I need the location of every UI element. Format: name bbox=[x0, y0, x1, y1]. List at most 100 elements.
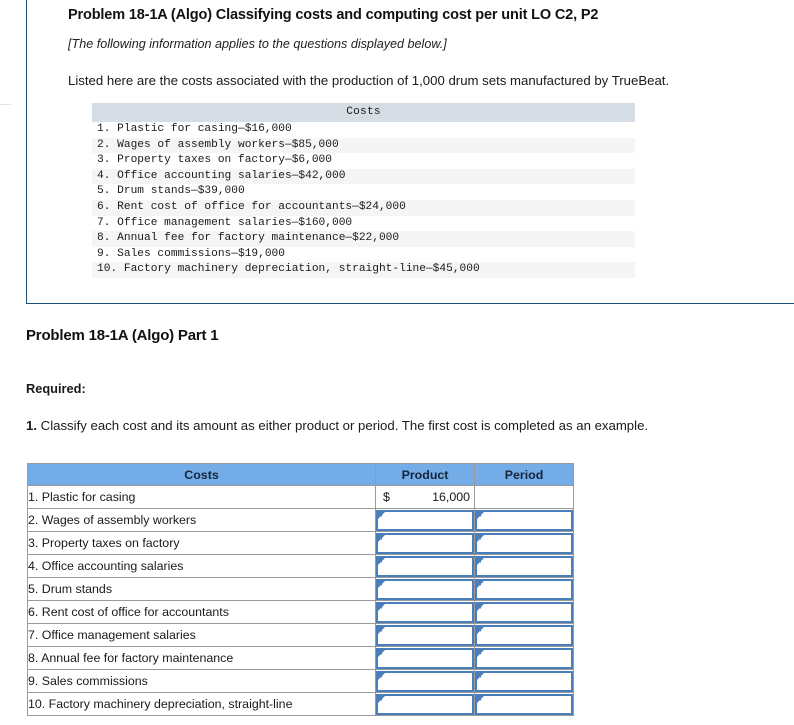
dropdown-marker-icon bbox=[476, 557, 484, 565]
costs-list-item: 10. Factory machinery depreciation, stra… bbox=[92, 262, 635, 278]
table-row: 2. Wages of assembly workers bbox=[27, 508, 574, 532]
cost-label-cell: 2. Wages of assembly workers bbox=[27, 508, 376, 532]
product-classification-select[interactable] bbox=[376, 693, 474, 715]
product-classification-select[interactable] bbox=[376, 509, 474, 531]
product-classification-select[interactable] bbox=[376, 555, 474, 577]
dropdown-marker-icon bbox=[476, 580, 484, 588]
costs-list-item: 4. Office accounting salaries—$42,000 bbox=[92, 168, 635, 185]
problem-statement-card: Problem 18-1A (Algo) Classifying costs a… bbox=[26, 0, 794, 304]
dropdown-marker-icon bbox=[476, 649, 484, 657]
period-dropdown-cell[interactable] bbox=[474, 531, 574, 555]
cost-label-cell: 10. Factory machinery depreciation, stra… bbox=[27, 692, 376, 716]
product-classification-select[interactable] bbox=[376, 647, 474, 669]
product-dropdown-cell[interactable] bbox=[375, 600, 475, 624]
period-empty-cell[interactable] bbox=[474, 485, 574, 509]
product-classification-select[interactable] bbox=[376, 532, 474, 554]
product-dropdown-cell[interactable] bbox=[375, 508, 475, 532]
page-root: Problem 18-1A (Algo) Classifying costs a… bbox=[0, 0, 794, 725]
classification-answer-table: Costs Product Period 1. Plastic for casi… bbox=[27, 463, 574, 716]
costs-list-body: 1. Plastic for casing—$16,000 2. Wages of… bbox=[92, 122, 635, 278]
product-dropdown-cell[interactable] bbox=[375, 531, 475, 555]
table-row: 10. Factory machinery depreciation, stra… bbox=[27, 692, 574, 716]
product-classification-select[interactable] bbox=[376, 670, 474, 692]
costs-list-item: 9. Sales commissions—$19,000 bbox=[92, 246, 635, 263]
period-dropdown-cell[interactable] bbox=[474, 554, 574, 578]
cost-label-cell: 6. Rent cost of office for accountants bbox=[27, 600, 376, 624]
dropdown-marker-icon bbox=[377, 649, 385, 657]
applies-to-questions-note: [The following information applies to th… bbox=[68, 37, 447, 51]
period-dropdown-cell[interactable] bbox=[474, 508, 574, 532]
left-divider-stub bbox=[0, 104, 11, 105]
answer-table-body: 1. Plastic for casing $16,000 2. Wages of … bbox=[27, 485, 574, 716]
product-classification-select[interactable] bbox=[376, 624, 474, 646]
product-dropdown-cell[interactable] bbox=[375, 692, 475, 716]
period-classification-select[interactable] bbox=[475, 670, 573, 692]
product-dropdown-cell[interactable] bbox=[375, 623, 475, 647]
costs-list: Costs 1. Plastic for casing—$16,000 2. Wa… bbox=[92, 103, 635, 278]
period-dropdown-cell[interactable] bbox=[474, 692, 574, 716]
table-row: 1. Plastic for casing $16,000 bbox=[27, 485, 574, 509]
table-row: 8. Annual fee for factory maintenance bbox=[27, 646, 574, 670]
column-header-period: Period bbox=[474, 463, 574, 486]
part-title: Problem 18-1A (Algo) Part 1 bbox=[26, 327, 219, 344]
costs-list-item: 5. Drum stands—$39,000 bbox=[92, 184, 635, 200]
dropdown-marker-icon bbox=[476, 626, 484, 634]
period-classification-select[interactable] bbox=[475, 693, 573, 715]
product-classification-select[interactable] bbox=[376, 578, 474, 600]
dropdown-marker-icon bbox=[476, 511, 484, 519]
period-classification-select[interactable] bbox=[475, 555, 573, 577]
table-row: 7. Office management salaries bbox=[27, 623, 574, 647]
column-header-product: Product bbox=[375, 463, 475, 486]
cost-label-cell: 1. Plastic for casing bbox=[27, 485, 376, 509]
product-dropdown-cell[interactable] bbox=[375, 577, 475, 601]
cost-label-cell: 7. Office management salaries bbox=[27, 623, 376, 647]
period-dropdown-cell[interactable] bbox=[474, 669, 574, 693]
table-row: 3. Property taxes on factory bbox=[27, 531, 574, 555]
required-label: Required: bbox=[26, 381, 86, 396]
period-classification-select[interactable] bbox=[475, 647, 573, 669]
product-amount-value: 16,000 bbox=[432, 490, 470, 504]
dropdown-marker-icon bbox=[377, 557, 385, 565]
product-dropdown-cell[interactable] bbox=[375, 646, 475, 670]
period-classification-select[interactable] bbox=[475, 578, 573, 600]
table-row: 5. Drum stands bbox=[27, 577, 574, 601]
table-header-row: Costs Product Period bbox=[27, 463, 574, 486]
product-amount-cell[interactable]: $16,000 bbox=[375, 485, 475, 509]
dropdown-marker-icon bbox=[377, 511, 385, 519]
costs-list-item: 8. Annual fee for factory maintenance—$2… bbox=[92, 231, 635, 247]
period-classification-select[interactable] bbox=[475, 601, 573, 623]
dropdown-marker-icon bbox=[377, 580, 385, 588]
problem-intro-text: Listed here are the costs associated wit… bbox=[68, 73, 670, 88]
period-dropdown-cell[interactable] bbox=[474, 646, 574, 670]
dropdown-marker-icon bbox=[377, 695, 385, 703]
cost-label-cell: 8. Annual fee for factory maintenance bbox=[27, 646, 376, 670]
dropdown-marker-icon bbox=[476, 672, 484, 680]
dropdown-marker-icon bbox=[377, 603, 385, 611]
costs-list-item: 1. Plastic for casing—$16,000 bbox=[92, 122, 635, 138]
cost-label-cell: 4. Office accounting salaries bbox=[27, 554, 376, 578]
cost-label-cell: 9. Sales commissions bbox=[27, 669, 376, 693]
dropdown-marker-icon bbox=[377, 626, 385, 634]
period-dropdown-cell[interactable] bbox=[474, 623, 574, 647]
currency-symbol: $ bbox=[383, 490, 390, 504]
problem-card-content: Problem 18-1A (Algo) Classifying costs a… bbox=[68, 1, 794, 88]
period-dropdown-cell[interactable] bbox=[474, 577, 574, 601]
column-header-costs: Costs bbox=[27, 463, 376, 486]
cost-label-cell: 5. Drum stands bbox=[27, 577, 376, 601]
table-row: 9. Sales commissions bbox=[27, 669, 574, 693]
problem-title: Problem 18-1A (Algo) Classifying costs a… bbox=[68, 7, 599, 23]
period-dropdown-cell[interactable] bbox=[474, 600, 574, 624]
product-classification-select[interactable] bbox=[376, 601, 474, 623]
dropdown-marker-icon bbox=[476, 695, 484, 703]
product-dropdown-cell[interactable] bbox=[375, 554, 475, 578]
costs-list-header: Costs bbox=[92, 103, 635, 122]
dropdown-marker-icon bbox=[377, 534, 385, 542]
requirement-number: 1. bbox=[26, 418, 37, 433]
period-classification-select[interactable] bbox=[475, 624, 573, 646]
period-classification-select[interactable] bbox=[475, 532, 573, 554]
costs-list-item: 7. Office management salaries—$160,000 bbox=[92, 215, 635, 232]
product-dropdown-cell[interactable] bbox=[375, 669, 475, 693]
cost-label-cell: 3. Property taxes on factory bbox=[27, 531, 376, 555]
requirement-line: 1. Classify each cost and its amount as … bbox=[26, 418, 648, 433]
period-classification-select[interactable] bbox=[475, 509, 573, 531]
